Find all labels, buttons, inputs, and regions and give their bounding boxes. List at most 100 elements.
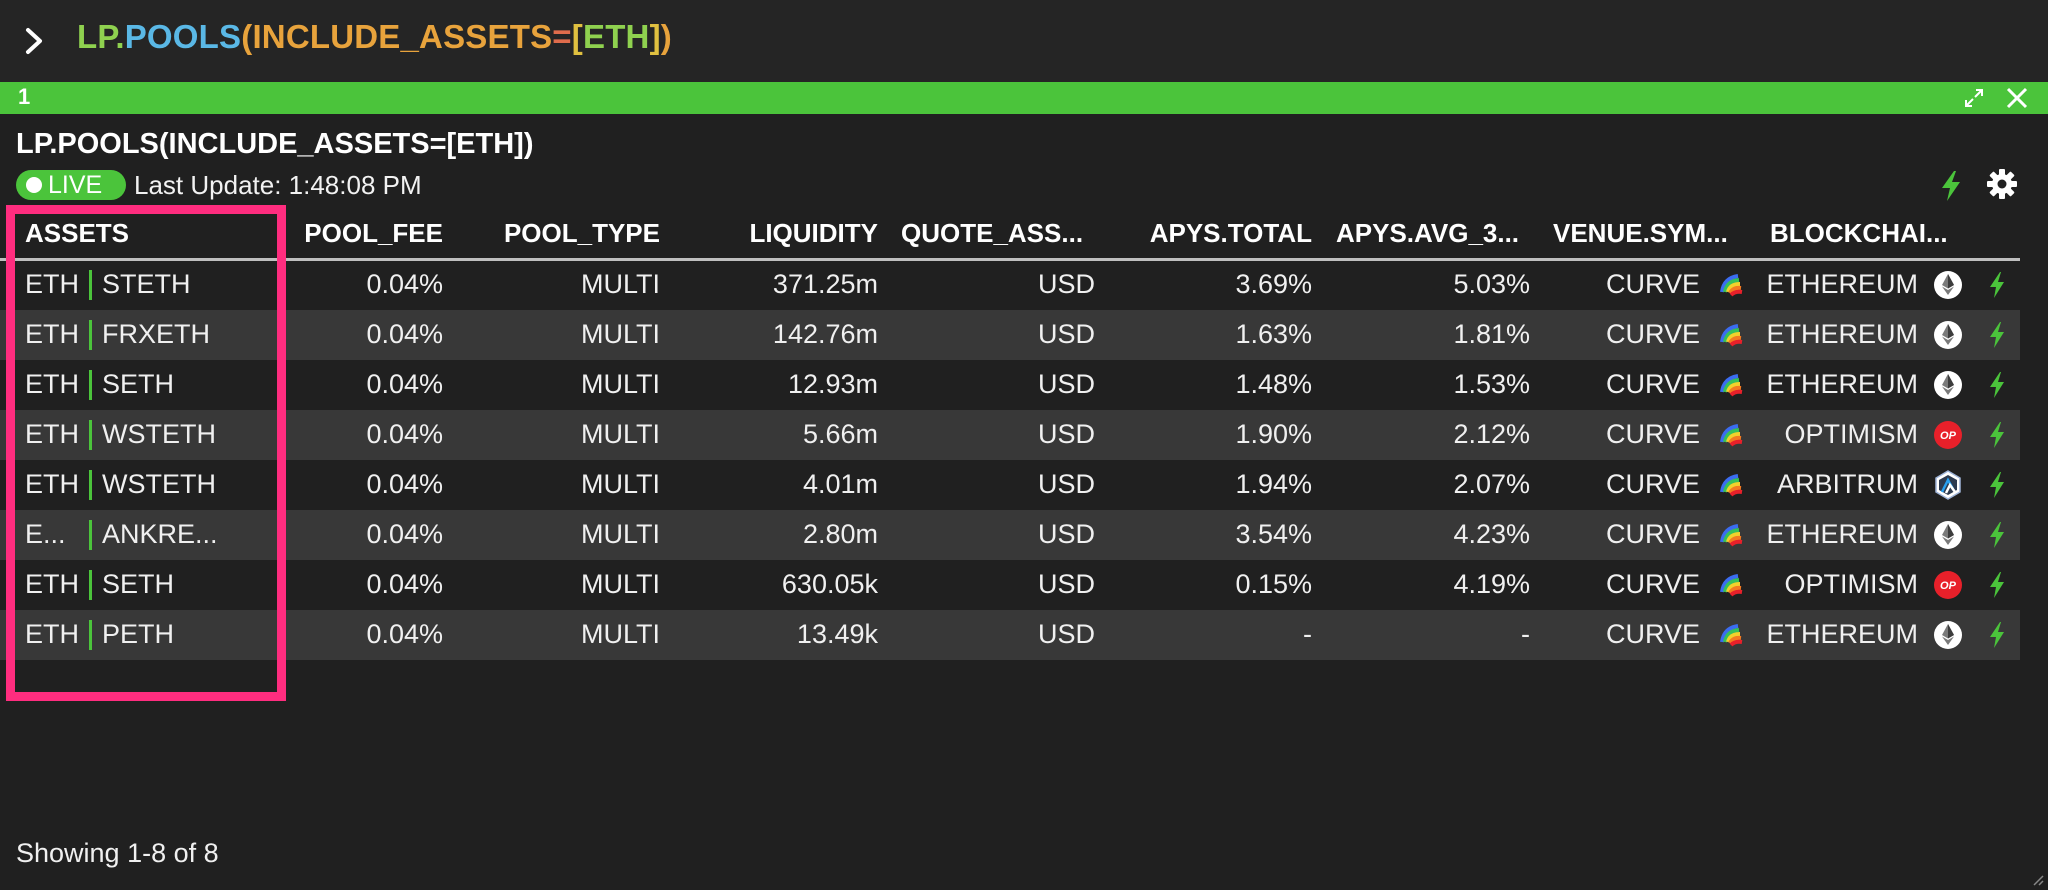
lightning-bolt-icon[interactable] xyxy=(1987,571,2007,599)
close-icon[interactable] xyxy=(2005,86,2029,110)
ethereum-icon xyxy=(1934,521,1962,549)
table-row[interactable]: E... ANKRE... 0.04% MULTI 2.80m USD 3.54… xyxy=(0,510,2020,560)
gear-icon[interactable] xyxy=(1986,168,2018,200)
table-header: ASSETS POOL_FEE POOL_TYPE LIQUIDITY QUOT… xyxy=(0,212,2020,261)
liquidity-cell: 5.66m xyxy=(802,419,878,449)
table-row[interactable]: ETH SETH 0.04% MULTI 12.93m USD 1.48% 1.… xyxy=(0,360,2020,410)
resize-handle-icon[interactable] xyxy=(2032,874,2044,886)
column-header-venue-symbol[interactable]: VENUE.SYM... xyxy=(1553,218,1728,249)
liquidity-cell: 4.01m xyxy=(802,469,878,499)
apy-total-cell: 1.48% xyxy=(1235,369,1312,399)
venue-cell: CURVE xyxy=(1605,269,1700,299)
cmd-token-close-bracket: ] xyxy=(649,18,661,55)
apy-total-cell: 3.69% xyxy=(1235,269,1312,299)
quote-asset-cell: USD xyxy=(1037,519,1095,549)
column-header-liquidity[interactable]: LIQUIDITY xyxy=(678,218,878,249)
optimism-icon: OP xyxy=(1934,421,1962,449)
liquidity-cell: 630.05k xyxy=(781,569,878,599)
column-header-quote-asset[interactable]: QUOTE_ASS... xyxy=(901,218,1083,249)
venue-cell: CURVE xyxy=(1605,319,1700,349)
lightning-bolt-icon[interactable] xyxy=(1987,521,2007,549)
panel-number: 1 xyxy=(18,84,31,109)
cmd-token-close-paren: ) xyxy=(660,18,672,55)
liquidity-cell: 2.80m xyxy=(802,519,878,549)
lightning-bolt-icon[interactable] xyxy=(1987,471,2007,499)
pool-type-cell: MULTI xyxy=(581,569,660,599)
column-header-apys-avg[interactable]: APYS.AVG_3... xyxy=(1336,218,1519,249)
pagination-summary: Showing 1-8 of 8 xyxy=(16,838,219,868)
cmd-token-lp: LP xyxy=(77,18,116,55)
liquidity-cell: 12.93m xyxy=(787,369,878,399)
table-row[interactable]: ETH FRXETH 0.04% MULTI 142.76m USD 1.63%… xyxy=(0,310,2020,360)
apy-total-cell: 1.90% xyxy=(1235,419,1312,449)
lightning-bolt-icon[interactable] xyxy=(1987,621,2007,649)
optimism-icon: OP xyxy=(1934,571,1962,599)
quote-asset-cell: USD xyxy=(1037,319,1095,349)
optimism-badge-text: OP xyxy=(1940,580,1957,592)
blockchain-cell: ETHEREUM xyxy=(1766,369,1918,399)
blockchain-cell: ETHEREUM xyxy=(1766,619,1918,649)
cmd-token-asset: ETH xyxy=(582,18,650,55)
lightning-bolt-icon[interactable] xyxy=(1987,271,2007,299)
liquidity-cell: 371.25m xyxy=(772,269,878,299)
lightning-bolt-icon[interactable] xyxy=(1987,321,2007,349)
apy-total-cell: - xyxy=(1303,619,1312,649)
quote-asset-cell: USD xyxy=(1037,469,1095,499)
ethereum-icon xyxy=(1934,321,1962,349)
table-row[interactable]: ETH WSTETH 0.04% MULTI 5.66m USD 1.90% 2… xyxy=(0,410,2020,460)
command-bar[interactable]: LP.POOLS(INCLUDE_ASSETS=[ETH]) xyxy=(0,0,2048,82)
blockchain-cell: ARBITRUM xyxy=(1777,469,1918,499)
last-update: Last Update: 1:48:08 PM xyxy=(134,170,422,200)
pool-type-cell: MULTI xyxy=(581,369,660,399)
assets-column-highlight xyxy=(6,205,286,701)
pool-type-cell: MULTI xyxy=(581,619,660,649)
pool-type-cell: MULTI xyxy=(581,519,660,549)
ethereum-icon xyxy=(1934,621,1962,649)
live-dot-icon xyxy=(26,177,42,193)
blockchain-cell: ETHEREUM xyxy=(1766,519,1918,549)
pool-type-cell: MULTI xyxy=(581,419,660,449)
lightning-bolt-icon[interactable] xyxy=(1987,421,2007,449)
expand-icon[interactable] xyxy=(1962,86,1986,110)
ethereum-icon xyxy=(1934,271,1962,299)
apy-total-cell: 3.54% xyxy=(1235,519,1312,549)
apy-total-cell: 1.94% xyxy=(1235,469,1312,499)
column-header-blockchain[interactable]: BLOCKCHAI... xyxy=(1770,218,1948,249)
apy-total-cell: 0.15% xyxy=(1235,569,1312,599)
column-header-pool-type[interactable]: POOL_TYPE xyxy=(460,218,660,249)
lightning-bolt-icon[interactable] xyxy=(1987,371,2007,399)
table-row[interactable]: ETH WSTETH 0.04% MULTI 4.01m USD 1.94% 2… xyxy=(0,460,2020,510)
blockchain-cell: ETHEREUM xyxy=(1766,319,1918,349)
ethereum-icon xyxy=(1934,371,1962,399)
liquidity-cell: 142.76m xyxy=(772,319,878,349)
pool-type-cell: MULTI xyxy=(581,269,660,299)
cmd-token-eq: = xyxy=(552,18,572,55)
venue-cell: CURVE xyxy=(1605,369,1700,399)
live-label: LIVE xyxy=(48,171,103,199)
table-row[interactable]: ETH SETH 0.04% MULTI 630.05k USD 0.15% 4… xyxy=(0,560,2020,610)
blockchain-cell: OPTIMISM xyxy=(1784,419,1919,449)
table-row[interactable]: ETH PETH 0.04% MULTI 13.49k USD - - CURV… xyxy=(0,610,2020,660)
pool-type-cell: MULTI xyxy=(581,319,660,349)
venue-cell: CURVE xyxy=(1605,569,1700,599)
cmd-token-open-paren: ( xyxy=(241,18,253,55)
cmd-token-arg: INCLUDE_ASSETS xyxy=(252,18,553,55)
table-row[interactable]: ETH STETH 0.04% MULTI 371.25m USD 3.69% … xyxy=(0,260,2020,310)
optimism-badge-text: OP xyxy=(1940,430,1957,442)
blockchain-cell: OPTIMISM xyxy=(1784,569,1919,599)
pool-type-cell: MULTI xyxy=(581,469,660,499)
venue-cell: CURVE xyxy=(1605,469,1700,499)
quote-asset-cell: USD xyxy=(1037,569,1095,599)
panel-header-bar[interactable]: 1 xyxy=(0,82,2048,114)
quote-asset-cell: USD xyxy=(1037,269,1095,299)
panel-title: LP.POOLS(INCLUDE_ASSETS=[ETH]) xyxy=(16,128,534,160)
command-input[interactable]: LP.POOLS(INCLUDE_ASSETS=[ETH]) xyxy=(77,18,672,56)
column-header-apys-total[interactable]: APYS.TOTAL xyxy=(1112,218,1312,249)
lightning-bolt-icon[interactable] xyxy=(1938,170,1964,202)
venue-cell: CURVE xyxy=(1605,619,1700,649)
venue-cell: CURVE xyxy=(1605,419,1700,449)
cmd-token-pools: POOLS xyxy=(124,18,242,55)
cmd-token-dot: . xyxy=(115,18,125,55)
live-badge: LIVE xyxy=(16,170,126,200)
quote-asset-cell: USD xyxy=(1037,369,1095,399)
